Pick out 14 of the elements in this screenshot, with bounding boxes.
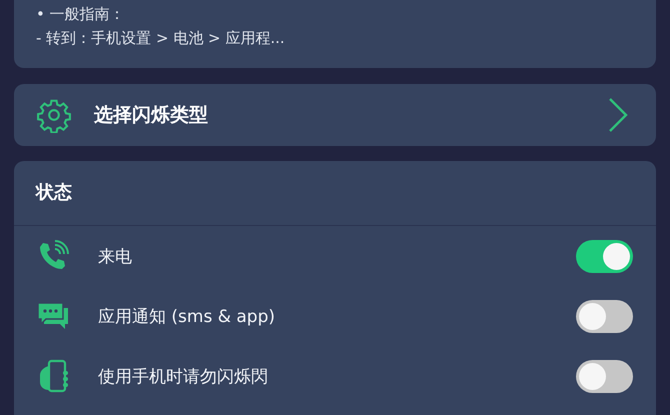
chat-icon — [36, 301, 70, 331]
settings-icon — [36, 97, 72, 133]
toggle-switch[interactable] — [576, 240, 633, 272]
flash-type-label: 选择闪烁类型 — [94, 103, 209, 128]
toggle-switch[interactable] — [576, 300, 633, 332]
toggle-switch[interactable] — [576, 360, 633, 392]
setting-label: 应用通知 (sms & app) — [98, 306, 276, 328]
chevron-right-icon — [608, 97, 628, 133]
setting-label: 来电 — [98, 246, 133, 268]
guide-text: • 一般指南： — [36, 4, 126, 25]
guide-text: - 转到：手机设置 > 电池 > 应用程... — [36, 28, 286, 49]
flash-type-row[interactable]: 选择闪烁类型 — [14, 84, 656, 146]
setting-label: 使用手机时请勿闪烁閃 — [98, 366, 269, 388]
status-title: 状态 — [34, 181, 73, 205]
